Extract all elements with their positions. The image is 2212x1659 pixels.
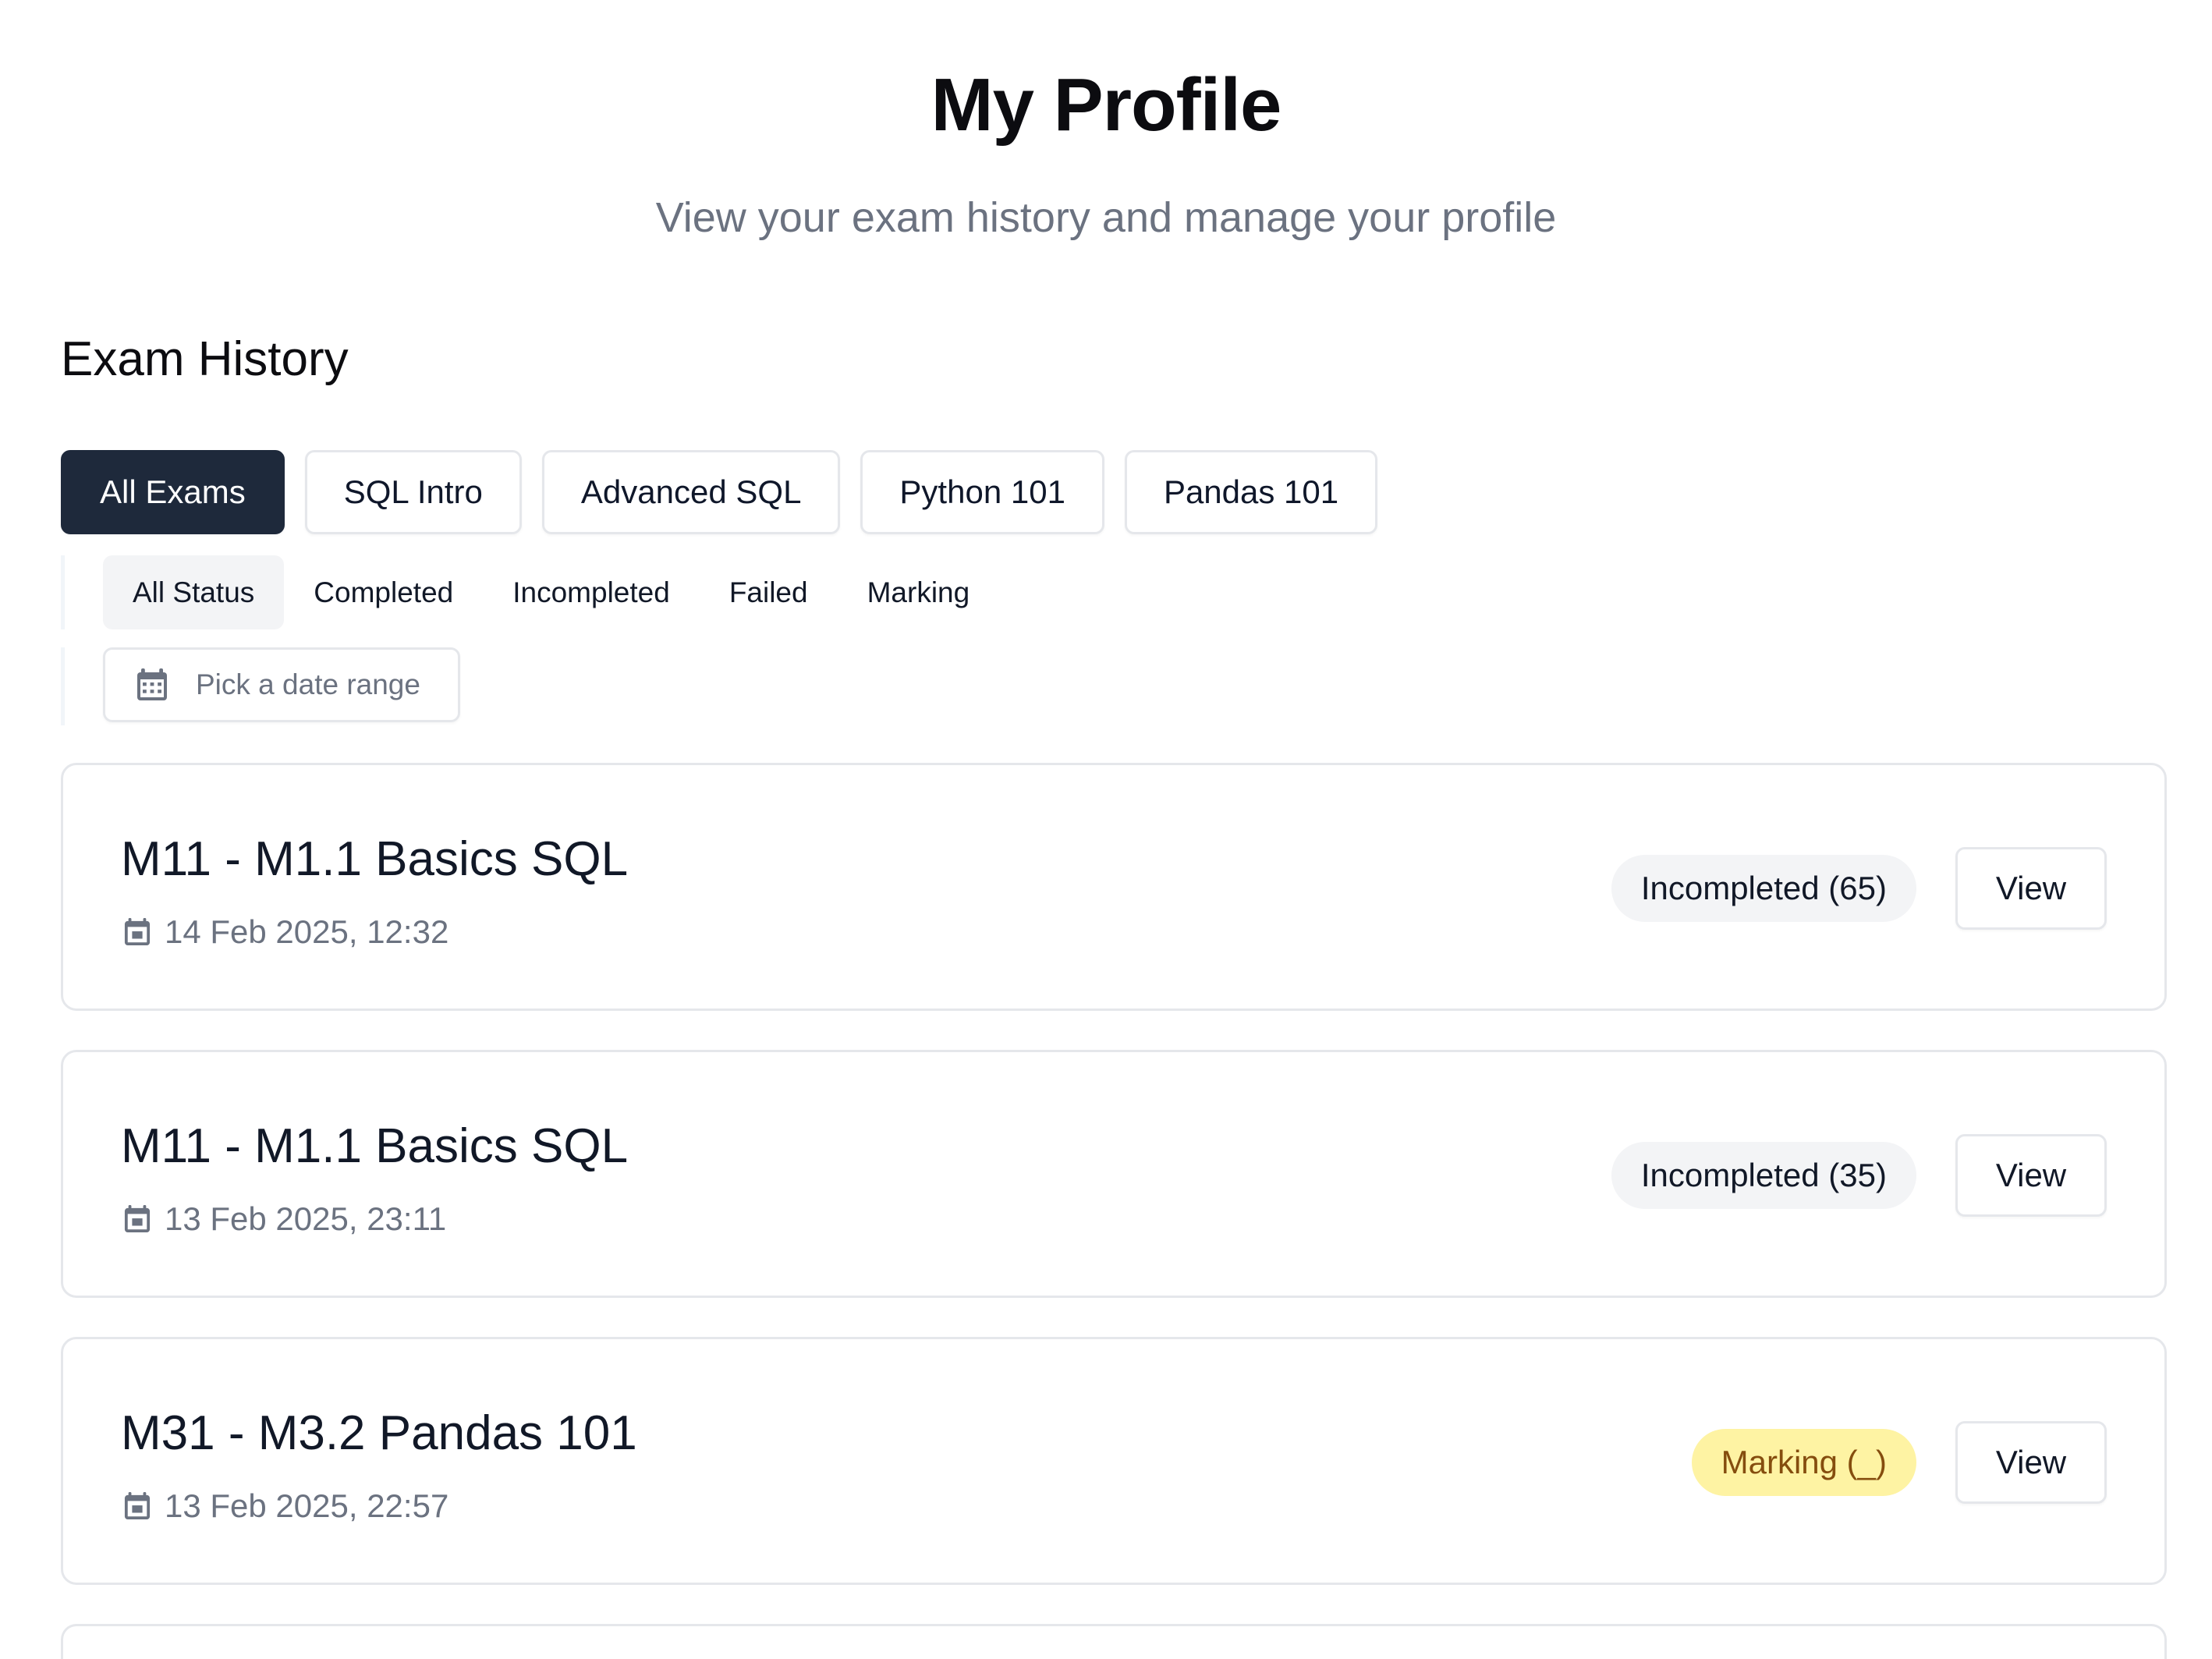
exam-card: M11 - M1.1 Basics SQL 13 Feb 2025, 23:11… xyxy=(61,1050,2167,1298)
tab-incompleted[interactable]: Incompleted xyxy=(483,555,700,629)
tab-completed[interactable]: Completed xyxy=(284,555,483,629)
exam-date-text: 14 Feb 2025, 12:32 xyxy=(165,913,449,950)
calendar-icon xyxy=(124,1492,151,1519)
page-subtitle: View your exam history and manage your p… xyxy=(655,194,1557,241)
filter-python-101[interactable]: Python 101 xyxy=(860,450,1104,534)
profile-page: My Profile View your exam history and ma… xyxy=(0,0,2212,1659)
exam-card: M31 - M3.2 Pandas 101 13 Feb 2025, 22:57… xyxy=(61,1337,2167,1585)
exam-title: M11 - M1.1 Basics SQL xyxy=(121,1119,629,1173)
calendar-icon xyxy=(137,668,167,700)
status-badge: Incompleted (65) xyxy=(1611,855,1916,922)
filter-sql-intro[interactable]: SQL Intro xyxy=(304,450,522,534)
status-badge: Incompleted (35) xyxy=(1611,1142,1916,1209)
tab-all-status[interactable]: All Status xyxy=(103,555,285,629)
filter-pandas-101[interactable]: Pandas 101 xyxy=(1124,450,1378,534)
exam-date-text: 13 Feb 2025, 22:57 xyxy=(165,1487,449,1524)
filter-advanced-sql[interactable]: Advanced SQL xyxy=(541,450,841,534)
exam-title: M11 - M1.1 Basics SQL xyxy=(121,832,629,886)
exam-title: M31 - M3.2 Pandas 101 xyxy=(121,1406,637,1460)
date-range-placeholder: Pick a date range xyxy=(196,668,420,700)
status-tabs: All Status Completed Incompleted Failed … xyxy=(61,555,999,629)
exam-filter-group: All Exams SQL Intro Advanced SQL Python … xyxy=(61,450,1378,534)
calendar-icon xyxy=(124,918,151,945)
date-filter-row: Pick a date range xyxy=(61,647,460,725)
exam-history-heading: Exam History xyxy=(61,332,349,386)
tab-marking[interactable]: Marking xyxy=(838,555,1000,629)
status-badge: Marking (_) xyxy=(1691,1429,1916,1496)
exam-date-text: 13 Feb 2025, 23:11 xyxy=(165,1200,447,1237)
page-title: My Profile xyxy=(931,63,1282,147)
date-range-picker[interactable]: Pick a date range xyxy=(103,647,460,722)
view-button[interactable]: View xyxy=(1955,1134,2107,1217)
calendar-icon xyxy=(124,1205,151,1232)
exam-date: 13 Feb 2025, 23:11 xyxy=(124,1200,446,1238)
filter-all-exams[interactable]: All Exams xyxy=(61,450,285,534)
exam-date: 14 Feb 2025, 12:32 xyxy=(124,913,448,951)
exam-card: M11 - M1.1 Basics SQL 14 Feb 2025, 12:32… xyxy=(61,763,2167,1011)
view-button[interactable]: View xyxy=(1955,847,2107,930)
exam-card xyxy=(61,1624,2167,1659)
tab-failed[interactable]: Failed xyxy=(700,555,838,629)
view-button[interactable]: View xyxy=(1955,1421,2107,1504)
exam-date: 13 Feb 2025, 22:57 xyxy=(124,1487,448,1525)
